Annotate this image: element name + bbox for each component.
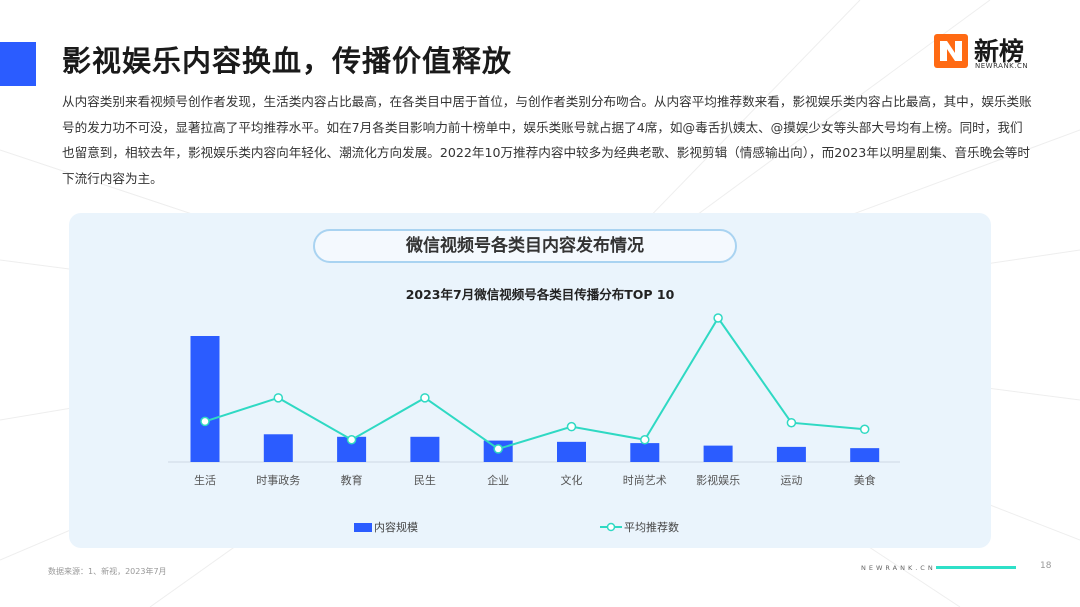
bar-0	[190, 336, 220, 462]
data-source: 数据来源：1、新视，2023年7月	[48, 567, 167, 576]
line-point-8	[786, 417, 797, 428]
bar-5	[557, 441, 586, 462]
category-label-3: 民生	[414, 473, 436, 487]
line-point-7	[713, 313, 723, 323]
bar-8	[776, 446, 806, 462]
page-number: 18	[1040, 561, 1052, 571]
category-label-1: 时事政务	[256, 473, 300, 487]
category-label-2: 教育	[341, 473, 363, 487]
category-label-7: 影视娱乐	[696, 473, 740, 487]
line-point-5	[566, 421, 577, 432]
bar-9	[850, 448, 880, 462]
footer-brand: NEWRANK.CN	[861, 564, 936, 572]
category-label-8: 运动	[780, 474, 802, 487]
line-point-1	[273, 393, 284, 403]
line-point-0	[200, 416, 210, 427]
category-label-9: 美食	[854, 473, 876, 487]
combo-chart: 生活 时事政务 教育 民生 企业 文化 时尚艺术 影视娱乐 运动 美食内容规模 平均推荐数	[168, 313, 900, 534]
legend-swatch-point	[606, 522, 616, 532]
category-label-4: 企业	[487, 473, 509, 487]
bar-1	[263, 434, 293, 462]
footer-accent-line	[936, 566, 1016, 569]
category-label-5: 文化	[561, 473, 583, 487]
legend-label-bar: 内容规模	[374, 520, 418, 534]
bar-6	[630, 443, 660, 462]
legend-swatch-bar	[354, 523, 372, 532]
line-point-2	[346, 434, 357, 445]
legend-label-line: 平均推荐数	[624, 520, 679, 534]
category-label-6: 时尚艺术	[623, 473, 667, 487]
line-point-3	[420, 393, 430, 403]
line-series-path	[204, 316, 865, 451]
category-label-0: 生活	[194, 473, 216, 487]
bar-3	[410, 436, 440, 462]
line-point-9	[859, 424, 870, 435]
line-point-4	[493, 444, 503, 454]
line-point-6	[640, 434, 650, 445]
bar-7	[703, 445, 733, 462]
